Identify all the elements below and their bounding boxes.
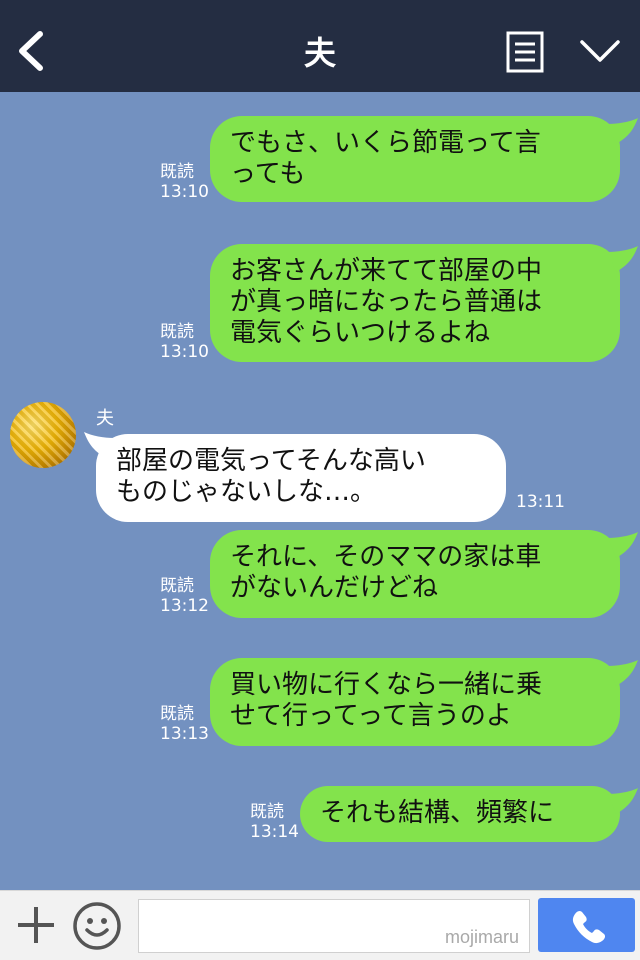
read-receipt: 既読	[160, 322, 194, 342]
message-meta: 既読 13:13	[160, 704, 209, 744]
chat-title: 夫	[303, 34, 336, 72]
read-receipt: 既読	[160, 162, 194, 182]
bubble-tail	[608, 660, 638, 686]
menu-icon	[506, 31, 544, 73]
read-receipt: 既読	[250, 802, 284, 822]
my-message-bubble[interactable]: でもさ、いくら節電って言 っても	[210, 116, 620, 202]
input-bar: mojimaru	[0, 890, 640, 960]
message-meta: 既読 13:10	[160, 322, 209, 362]
message-time: 13:11	[516, 492, 565, 512]
phone-icon	[572, 910, 606, 944]
message-time: 13:12	[160, 596, 209, 616]
bubble-tail	[608, 246, 638, 272]
bubble-tail	[608, 788, 638, 814]
message-meta: 既読 13:14	[250, 802, 299, 842]
message-time: 13:10	[160, 342, 209, 362]
contact-avatar[interactable]	[10, 402, 76, 468]
bubble-tail	[608, 118, 638, 144]
menu-button[interactable]	[506, 31, 544, 73]
message-time: 13:10	[160, 182, 209, 202]
message-time: 13:13	[160, 724, 209, 744]
their-message-bubble[interactable]: 部屋の電気ってそんな高い ものじゃないしな…。	[96, 434, 506, 522]
message-meta: 既読 13:10	[160, 162, 209, 202]
read-receipt: 既読	[160, 576, 194, 596]
message-time: 13:14	[250, 822, 299, 842]
sender-name: 夫	[96, 408, 114, 429]
message-input[interactable]: mojimaru	[138, 899, 530, 953]
emoji-button[interactable]	[72, 901, 122, 951]
my-message-bubble[interactable]: それも結構、頻繁に	[300, 786, 620, 842]
message-meta: 既読 13:12	[160, 576, 209, 616]
plus-icon	[18, 907, 54, 943]
bubble-tail	[608, 532, 638, 558]
emoji-icon	[73, 902, 121, 950]
chat-area[interactable]: 既読 13:10 でもさ、いくら節電って言 っても 既読 13:10 お客さんが…	[0, 92, 640, 890]
my-message-bubble[interactable]: お客さんが来てて部屋の中 が真っ暗になったら普通は 電気ぐらいつけるよね	[210, 244, 620, 362]
my-message-bubble[interactable]: それに、そのママの家は車 がないんだけどね	[210, 530, 620, 618]
my-message-bubble[interactable]: 買い物に行くなら一緒に乗 せて行ってって言うのよ	[210, 658, 620, 746]
chat-header: 夫	[0, 0, 640, 92]
chevron-down-icon	[580, 40, 620, 62]
add-attachment-button[interactable]	[14, 903, 58, 947]
watermark-text: mojimaru	[444, 927, 519, 947]
collapse-button[interactable]	[578, 36, 622, 66]
read-receipt: 既読	[160, 704, 194, 724]
call-button[interactable]	[538, 898, 635, 952]
